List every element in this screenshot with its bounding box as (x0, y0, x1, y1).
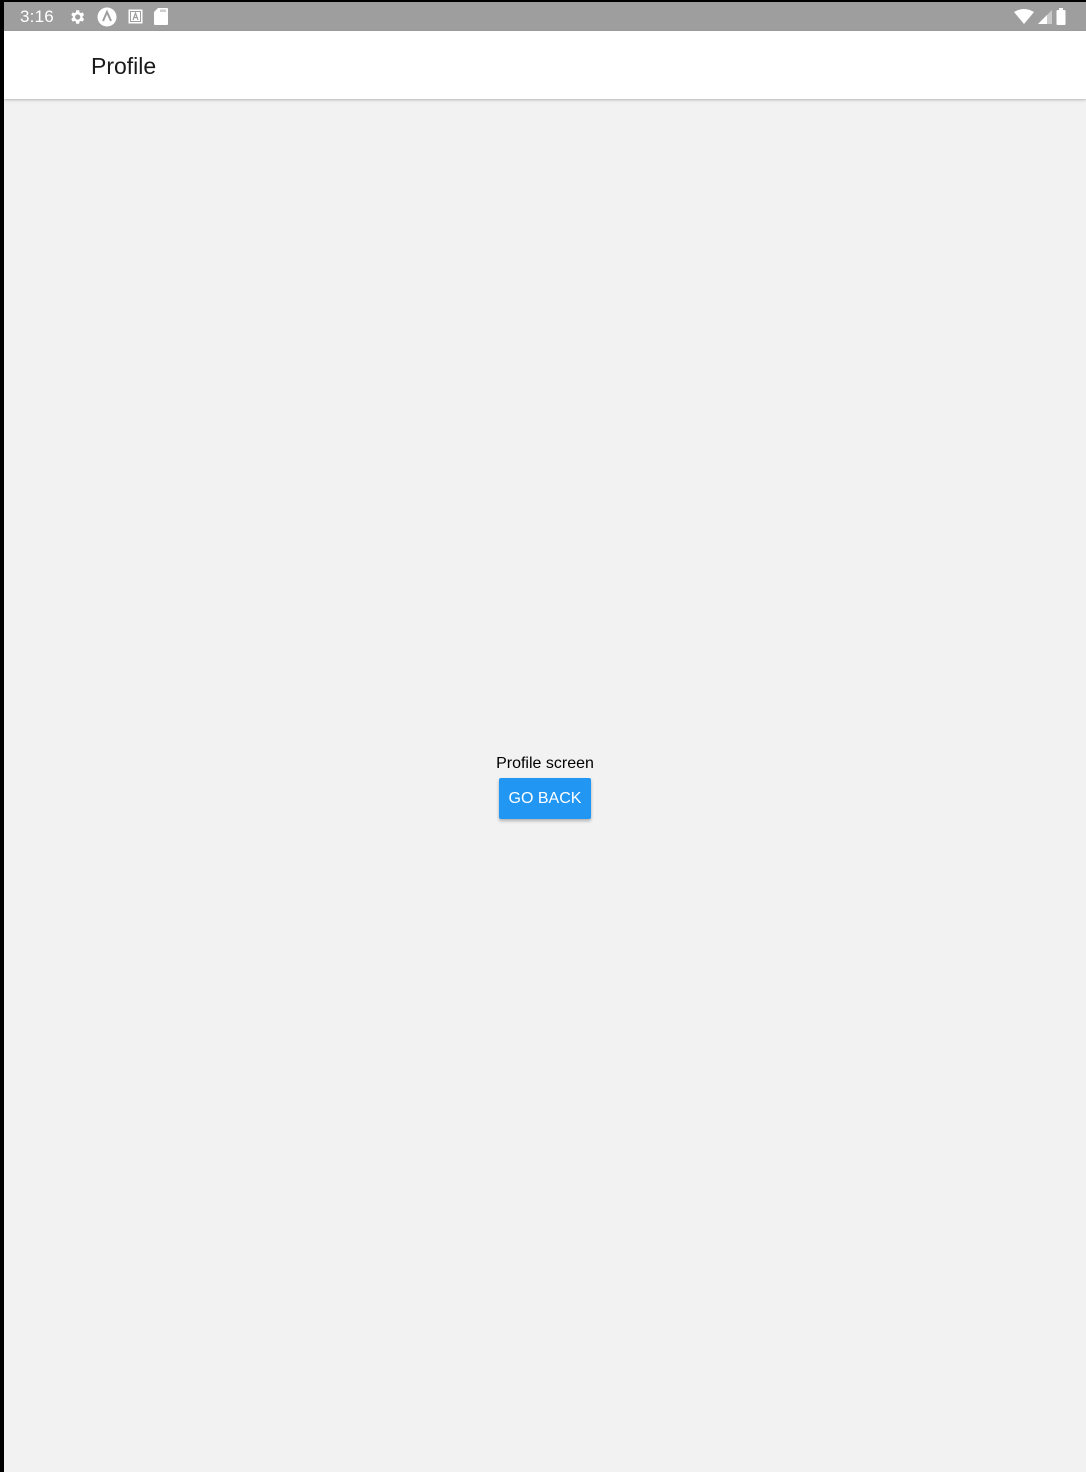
status-time: 3:16 (20, 6, 54, 26)
battery-icon (1056, 8, 1066, 25)
status-bar: 3:16 (4, 2, 1086, 31)
keyboard-icon (128, 9, 143, 24)
page-title: Profile (91, 53, 157, 79)
status-bar-right (1014, 2, 1070, 31)
app-notification-icon (97, 7, 117, 27)
go-back-button[interactable]: GO BACK (498, 778, 592, 819)
status-bar-left: 3:16 (20, 2, 179, 31)
profile-screen-text: Profile screen (496, 755, 594, 772)
profile-center-group: Profile screen GO BACK (4, 754, 1086, 819)
device-screen: 3:16 Profile Profile screen GO BACK (4, 2, 1086, 1472)
app-bar: Profile (4, 31, 1086, 99)
signal-icon (1038, 9, 1052, 24)
sd-card-icon (153, 8, 168, 25)
settings-icon (68, 8, 86, 26)
profile-content: Profile screen GO BACK (4, 99, 1086, 1472)
wifi-icon (1014, 8, 1034, 25)
